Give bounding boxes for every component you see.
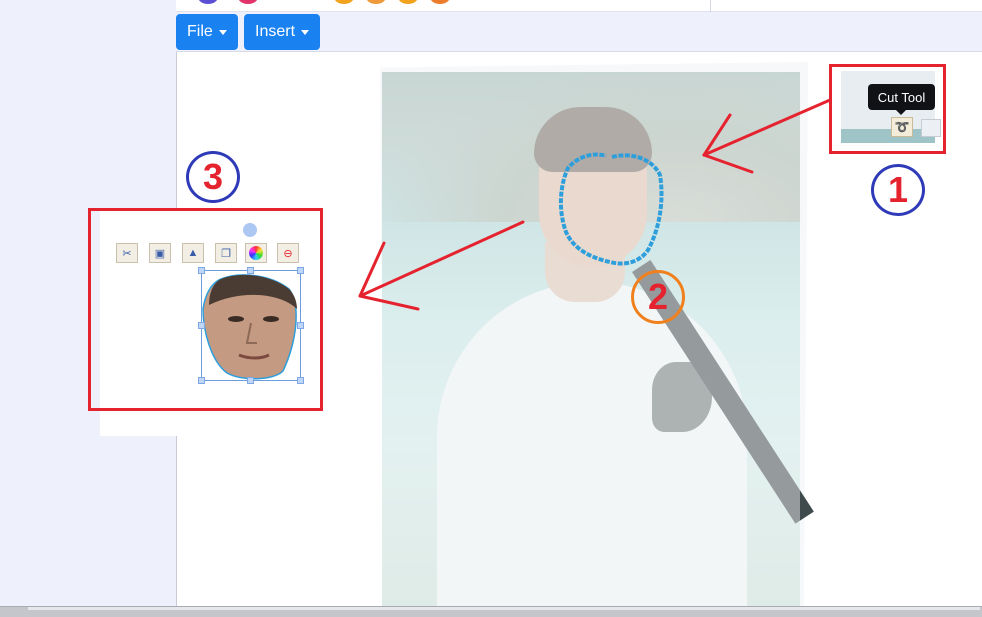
scrollbar-thumb[interactable]	[28, 607, 980, 610]
step-2-marker: 2	[631, 270, 685, 324]
step-3-marker: 3	[186, 151, 240, 203]
color-wheel-swatch	[249, 246, 263, 260]
lasso-path	[558, 152, 664, 266]
zoomed-toolbar: Cut Tool ➰	[841, 71, 941, 143]
copy-icon[interactable]: ❐	[215, 243, 237, 263]
resize-handle-w[interactable]	[198, 322, 205, 329]
resize-handle-sw[interactable]	[198, 377, 205, 384]
flip-icon[interactable]: ▲	[182, 243, 204, 263]
delete-icon[interactable]: ⊖	[277, 243, 299, 263]
cut-tool-button[interactable]: ➰	[891, 117, 913, 137]
cut-face-image[interactable]	[201, 271, 301, 381]
layer-back-icon[interactable]: ▣	[149, 243, 171, 263]
cut-tool-tooltip: Cut Tool	[868, 84, 935, 115]
resize-handle-n[interactable]	[247, 267, 254, 274]
resize-handle-ne[interactable]	[297, 267, 304, 274]
resize-handle-se[interactable]	[297, 377, 304, 384]
rotate-handle[interactable]	[243, 223, 257, 237]
layer-tool-button[interactable]	[921, 119, 941, 137]
color-wheel-icon[interactable]	[245, 243, 267, 263]
step-1-marker: 1	[871, 164, 925, 216]
annotation-box-cut-tool: Cut Tool ➰	[829, 64, 946, 154]
lasso-icon: ➰	[894, 120, 910, 134]
horizontal-scrollbar[interactable]	[0, 606, 982, 617]
resize-handle-nw[interactable]	[198, 267, 205, 274]
resize-handle-e[interactable]	[297, 322, 304, 329]
scissors-off-icon[interactable]: ✂	[116, 243, 138, 263]
resize-handle-s[interactable]	[247, 377, 254, 384]
